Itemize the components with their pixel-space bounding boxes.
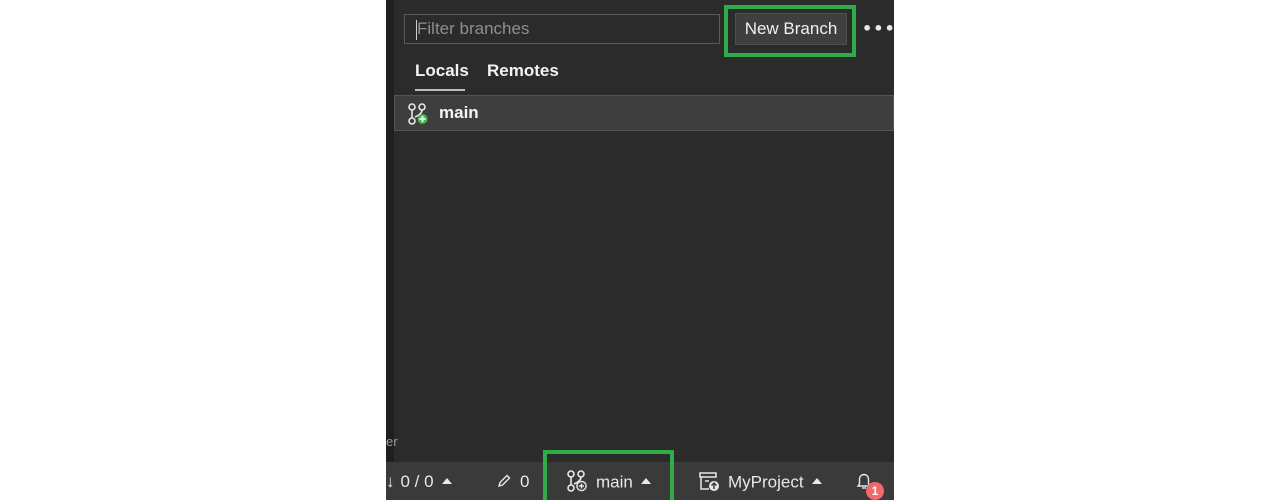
filter-branches-input[interactable]: Filter branches [404,14,720,44]
text-caret [416,20,417,40]
tab-remotes[interactable]: Remotes [487,60,559,94]
more-options-icon[interactable]: ••• [862,18,895,40]
caret-up-icon [811,478,822,484]
sync-counts: 0 / 0 [400,472,434,491]
sync-indicator[interactable]: ↓ 0 / 0 [386,472,452,492]
repository-name: MyProject [728,472,804,492]
pencil-icon [497,474,511,487]
repository-icon [699,472,719,491]
changes-count: 0 [520,472,530,491]
repository-selector[interactable]: MyProject [698,472,822,492]
branch-selector-highlight-box [543,450,674,500]
branch-icon [408,103,428,125]
left-edge-strip: er [386,0,398,462]
caret-up-icon [441,477,452,484]
filter-placeholder: Filter branches [417,19,530,38]
download-arrow-icon: ↓ [386,472,395,491]
notification-count-badge: 1 [866,482,884,500]
changes-indicator[interactable]: 0 [496,472,529,492]
truncated-text: er [386,434,398,449]
selected-tab-indicator [415,89,465,91]
new-branch-button[interactable]: New Branch [735,13,847,45]
branch-name: main [439,103,479,122]
branch-list-item[interactable]: main [394,95,894,131]
